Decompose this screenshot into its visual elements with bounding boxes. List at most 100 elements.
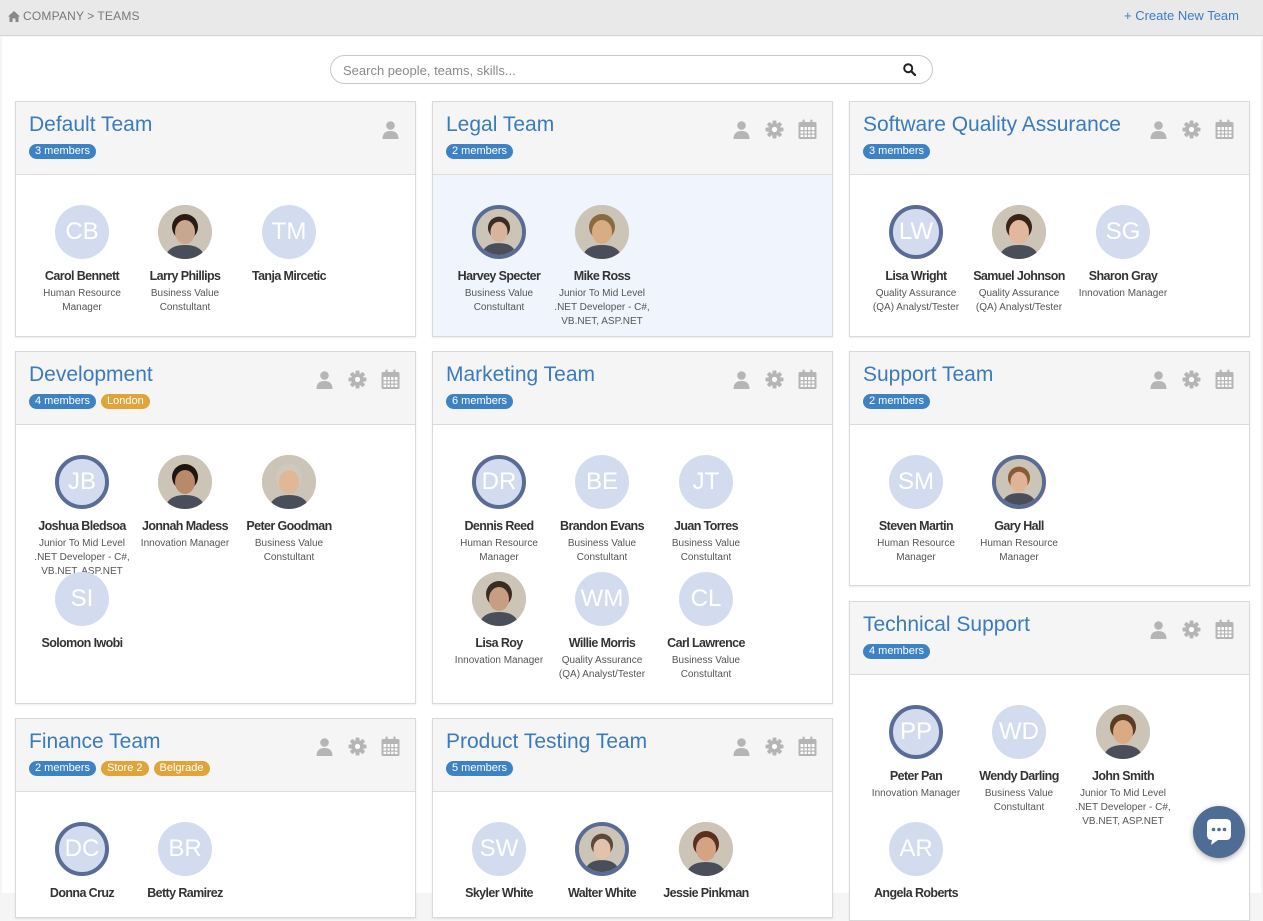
search-input[interactable]: [341, 59, 885, 82]
member-name[interactable]: Carol Bennett: [30, 269, 134, 283]
person-icon[interactable]: [314, 369, 335, 390]
member-name[interactable]: Dennis Reed: [447, 519, 551, 533]
member-card[interactable]: SM Steven Martin Human Resource Manager: [864, 455, 968, 565]
avatar[interactable]: JB: [55, 455, 109, 509]
member-name[interactable]: Jessie Pinkman: [654, 886, 758, 900]
avatar[interactable]: SI: [55, 572, 109, 626]
member-card[interactable]: Samuel Johnson Quality Assurance (QA) Ana…: [967, 205, 1071, 315]
member-name[interactable]: Angela Roberts: [864, 886, 968, 900]
avatar[interactable]: [1096, 705, 1150, 759]
member-name[interactable]: Brandon Evans: [550, 519, 654, 533]
avatar[interactable]: [262, 455, 316, 509]
team-title[interactable]: Legal Team: [446, 113, 554, 137]
avatar[interactable]: [992, 455, 1046, 509]
team-title[interactable]: Default Team: [29, 113, 152, 137]
team-title[interactable]: Support Team: [863, 363, 993, 387]
avatar[interactable]: DC: [55, 822, 109, 876]
member-card[interactable]: John Smith Junior To Mid Level .NET Devel…: [1071, 705, 1175, 829]
avatar[interactable]: JT: [679, 455, 733, 509]
team-title[interactable]: Development: [29, 363, 153, 387]
team-title[interactable]: Finance Team: [29, 730, 161, 754]
calendar-icon[interactable]: [1214, 619, 1235, 640]
member-card[interactable]: TM Tanja Mircetic: [237, 205, 341, 283]
member-name[interactable]: Peter Pan: [864, 769, 968, 783]
search-box[interactable]: [330, 55, 933, 84]
member-card[interactable]: DR Dennis Reed Human Resource Manager: [447, 455, 551, 565]
gear-icon[interactable]: [347, 736, 368, 757]
member-name[interactable]: Jonnah Madess: [133, 519, 237, 533]
person-icon[interactable]: [314, 736, 335, 757]
member-card[interactable]: AR Angela Roberts: [864, 822, 968, 900]
member-name[interactable]: Lisa Wright: [864, 269, 968, 283]
avatar[interactable]: [158, 455, 212, 509]
member-card[interactable]: WD Wendy Darling Business Value Constultan…: [967, 705, 1071, 815]
member-name[interactable]: Juan Torres: [654, 519, 758, 533]
avatar[interactable]: [992, 205, 1046, 259]
member-card[interactable]: JT Juan Torres Business Value Constultant: [654, 455, 758, 565]
avatar[interactable]: DR: [472, 455, 526, 509]
member-card[interactable]: LW Lisa Wright Quality Assurance (QA) Anal…: [864, 205, 968, 315]
member-name[interactable]: Betty Ramirez: [133, 886, 237, 900]
member-card[interactable]: Larry Phillips Business Value Constultant: [133, 205, 237, 315]
member-card[interactable]: CB Carol Bennett Human Resource Manager: [30, 205, 134, 315]
member-card[interactable]: SG Sharon Gray Innovation Manager: [1071, 205, 1175, 301]
avatar[interactable]: CL: [679, 572, 733, 626]
member-name[interactable]: Steven Martin: [864, 519, 968, 533]
person-icon[interactable]: [731, 736, 752, 757]
person-icon[interactable]: [380, 119, 401, 140]
avatar[interactable]: AR: [889, 822, 943, 876]
member-name[interactable]: Sharon Gray: [1071, 269, 1175, 283]
avatar[interactable]: [472, 205, 526, 259]
member-name[interactable]: John Smith: [1071, 769, 1175, 783]
member-name[interactable]: Skyler White: [447, 886, 551, 900]
gear-icon[interactable]: [1181, 619, 1202, 640]
member-name[interactable]: Lisa Roy: [447, 636, 551, 650]
member-name[interactable]: Tanja Mircetic: [237, 269, 341, 283]
member-card[interactable]: Peter Goodman Business Value Constultant: [237, 455, 341, 565]
calendar-icon[interactable]: [797, 119, 818, 140]
avatar[interactable]: [679, 822, 733, 876]
member-card[interactable]: CL Carl Lawrence Business Value Constultan…: [654, 572, 758, 682]
team-title[interactable]: Product Testing Team: [446, 730, 647, 754]
person-icon[interactable]: [731, 119, 752, 140]
member-card[interactable]: Lisa Roy Innovation Manager: [447, 572, 551, 668]
person-icon[interactable]: [1148, 369, 1169, 390]
member-card[interactable]: BR Betty Ramirez: [133, 822, 237, 900]
create-new-team-link[interactable]: + Create New Team: [1124, 8, 1239, 23]
avatar[interactable]: [575, 205, 629, 259]
gear-icon[interactable]: [764, 119, 785, 140]
member-card[interactable]: WM Willie Morris Quality Assurance (QA) An…: [550, 572, 654, 682]
search-icon[interactable]: [903, 63, 917, 81]
member-name[interactable]: Carl Lawrence: [654, 636, 758, 650]
chat-button[interactable]: [1193, 806, 1245, 858]
member-name[interactable]: Solomon Iwobi: [30, 636, 134, 650]
member-card[interactable]: Harvey Specter Business Value Constultant: [447, 205, 551, 315]
avatar[interactable]: [472, 572, 526, 626]
member-name[interactable]: Wendy Darling: [967, 769, 1071, 783]
avatar[interactable]: BE: [575, 455, 629, 509]
team-title[interactable]: Marketing Team: [446, 363, 595, 387]
member-card[interactable]: BE Brandon Evans Business Value Constultan…: [550, 455, 654, 565]
member-card[interactable]: SW Skyler White: [447, 822, 551, 900]
member-card[interactable]: Mike Ross Junior To Mid Level .NET Develo…: [550, 205, 654, 329]
avatar[interactable]: [158, 205, 212, 259]
member-card[interactable]: Jessie Pinkman: [654, 822, 758, 900]
gear-icon[interactable]: [764, 736, 785, 757]
member-card[interactable]: Jonnah Madess Innovation Manager: [133, 455, 237, 551]
calendar-icon[interactable]: [1214, 369, 1235, 390]
member-card[interactable]: Walter White: [550, 822, 654, 900]
avatar[interactable]: CB: [55, 205, 109, 259]
gear-icon[interactable]: [764, 369, 785, 390]
member-name[interactable]: Gary Hall: [967, 519, 1071, 533]
gear-icon[interactable]: [347, 369, 368, 390]
team-title[interactable]: Software Quality Assurance: [863, 113, 1121, 137]
gear-icon[interactable]: [1181, 369, 1202, 390]
gear-icon[interactable]: [1181, 119, 1202, 140]
avatar[interactable]: SW: [472, 822, 526, 876]
avatar[interactable]: PP: [889, 705, 943, 759]
calendar-icon[interactable]: [380, 369, 401, 390]
avatar[interactable]: TM: [262, 205, 316, 259]
member-name[interactable]: Willie Morris: [550, 636, 654, 650]
team-title[interactable]: Technical Support: [863, 613, 1030, 637]
member-card[interactable]: SI Solomon Iwobi: [30, 572, 134, 650]
